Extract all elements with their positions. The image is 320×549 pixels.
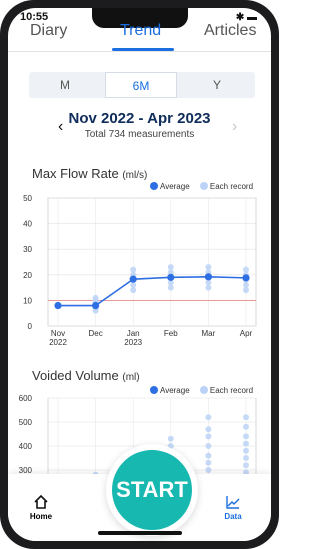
app-screen: 10:55 ✱ ▬ Diary Trend Articles M 6M Y ‹ …	[8, 8, 271, 541]
record-point	[243, 433, 249, 440]
y-tick-label: 0	[28, 322, 33, 331]
nav-data[interactable]: Data	[218, 494, 248, 521]
record-point	[205, 426, 212, 433]
average-line	[58, 276, 247, 307]
record-point	[130, 266, 137, 273]
record-point	[130, 287, 137, 294]
date-range-title: Nov 2022 - Apr 2023	[68, 110, 211, 127]
nav-home-label: Home	[29, 512, 53, 521]
average-point	[92, 301, 100, 310]
record-point	[243, 282, 249, 289]
record-point	[205, 467, 212, 473]
legend-each-record: Each record	[209, 182, 254, 191]
volume-section-title: Voided Volume (ml)	[32, 368, 140, 383]
record-point	[243, 287, 249, 294]
record-point	[205, 459, 212, 466]
record-point	[205, 452, 212, 459]
period-y-button[interactable]: Y	[181, 72, 253, 98]
flow-unit: (ml/s)	[122, 170, 148, 181]
chart-frame	[47, 197, 257, 327]
record-point	[243, 266, 249, 273]
y-tick-label: 40	[23, 220, 32, 229]
record-point	[167, 264, 174, 271]
average-point	[129, 275, 137, 283]
date-range: Nov 2022 - Apr 2023 Total 734 measuremen…	[8, 110, 271, 140]
volume-unit: (ml)	[122, 372, 140, 383]
volume-title: Voided Volume	[32, 368, 119, 383]
nav-data-label: Data	[224, 512, 242, 521]
record-point	[167, 435, 174, 442]
y-tick-label: 400	[19, 442, 33, 451]
record-point	[205, 414, 212, 421]
x-tick-label: Feb	[164, 329, 178, 338]
tab-trend[interactable]: Trend	[120, 22, 161, 40]
y-tick-label: 500	[19, 418, 33, 427]
record-point	[205, 284, 212, 291]
average-point	[242, 274, 250, 282]
record-point	[130, 282, 137, 289]
record-legend-dot	[199, 182, 208, 190]
record-point	[205, 264, 212, 271]
record-point	[243, 455, 249, 461]
record-point	[243, 414, 249, 421]
legend-average: Average	[160, 182, 190, 191]
y-tick-label: 600	[19, 394, 33, 403]
y-tick-label: 20	[23, 271, 32, 280]
y-tick-label: 30	[23, 245, 32, 254]
period-6m-button[interactable]: 6M	[105, 72, 177, 98]
tab-articles[interactable]: Articles	[204, 22, 256, 40]
record-point	[205, 443, 212, 449]
measurement-count: Total 734 measurements	[84, 129, 195, 140]
chart-icon	[226, 496, 240, 509]
period-selector: M 6M Y	[29, 72, 255, 98]
x-tick-label: Jan	[127, 329, 140, 338]
flow-legend: Average Each record	[150, 182, 253, 191]
record-point	[205, 433, 212, 440]
average-legend-dot	[150, 182, 158, 190]
home-indicator	[98, 531, 182, 535]
record-point	[243, 423, 249, 430]
x-tick-label: Mar	[202, 329, 216, 338]
tabs-divider	[8, 51, 271, 52]
nav-home[interactable]: Home	[26, 494, 56, 521]
record-point	[92, 294, 99, 301]
x-tick-label: Nov	[51, 329, 65, 338]
record-point	[243, 462, 249, 469]
record-point	[243, 447, 249, 454]
flow-section-title: Max Flow Rate (ml/s)	[32, 166, 147, 181]
y-tick-label: 10	[23, 296, 32, 305]
tab-diary[interactable]: Diary	[30, 22, 67, 40]
x-tick-label: 2022	[49, 338, 67, 347]
average-point	[204, 273, 212, 281]
x-tick-label: Dec	[88, 329, 102, 338]
start-button[interactable]: START	[106, 444, 198, 536]
phone-frame: 10:55 ✱ ▬ Diary Trend Articles M 6M Y ‹ …	[0, 0, 279, 549]
record-point	[243, 440, 249, 447]
flow-title: Max Flow Rate	[32, 166, 119, 181]
period-m-button[interactable]: M	[29, 72, 101, 98]
x-tick-label: Apr	[240, 329, 253, 338]
x-tick-label: 2023	[124, 338, 142, 347]
top-tabs: Diary Trend Articles	[8, 22, 271, 51]
max-flow-rate-chart: 0 10 20 30 40 50 Nov2022 Dec Jan2023 Feb Mar Apr	[23, 194, 257, 347]
y-tick-label: 50	[23, 194, 32, 203]
average-point	[167, 273, 175, 281]
record-point	[167, 284, 174, 291]
average-point	[54, 301, 62, 310]
home-icon	[34, 494, 48, 509]
